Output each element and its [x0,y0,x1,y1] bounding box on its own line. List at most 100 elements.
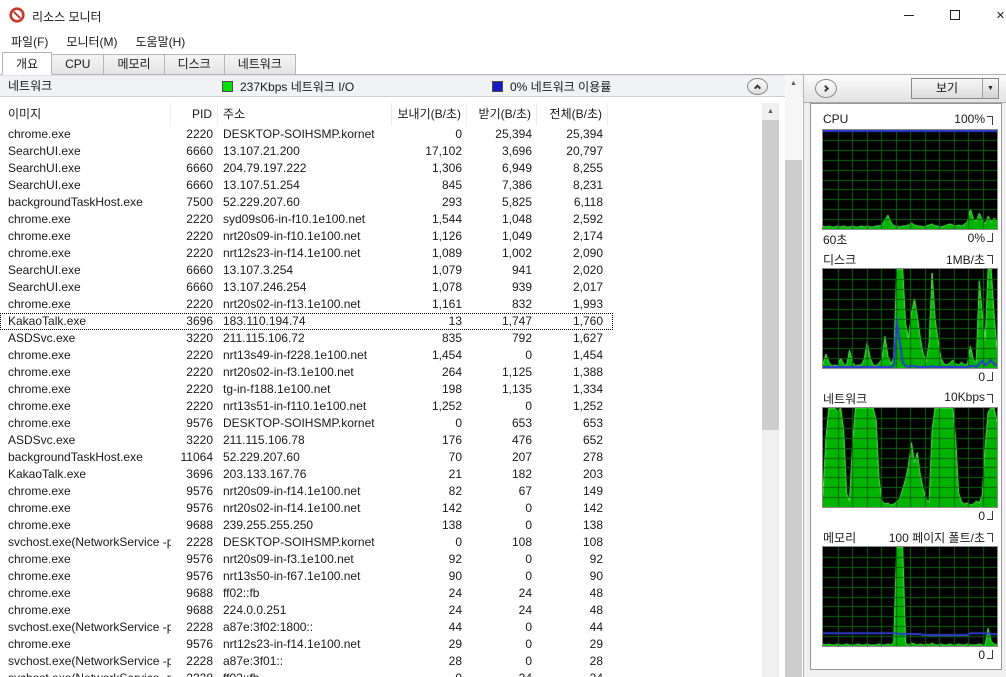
table-row[interactable]: chrome.exe 2220 tg-in-f188.1e100.net 198 1,1… [0,381,613,398]
column-header-address[interactable]: 주소 [218,103,392,126]
cell-image: chrome.exe [8,229,71,243]
cell-total: 44 [589,620,603,634]
pane-scrollbar-thumb[interactable] [785,160,802,677]
table-row[interactable]: svchost.exe(NetworkService -p)2228ff02::… [0,670,613,677]
table-row[interactable]: chrome.exe 2220 nrt20s09-in-f10.1e100.net 1… [0,228,613,245]
tab-2[interactable]: 메모리 [103,54,165,74]
cell-receive: 7,386 [501,178,532,192]
column-header-total[interactable]: 전체(B/초) [537,103,608,126]
table-row[interactable]: chrome.exe 2220 syd09s06-in-f10.1e100.net 1… [0,211,613,228]
table-row[interactable]: chrome.exe 9688 ff02::fb 24 24 48 [0,585,613,602]
cell-pid: 3696 [186,314,213,328]
table-row[interactable]: chrome.exe 9576 nrt20s02-in-f14.1e100.net 1… [0,500,613,517]
graph-max-label: 100 페이지 폴트/초 [888,531,985,545]
table-row[interactable]: svchost.exe(NetworkService -p) 2228 DESKTO… [0,534,613,551]
tab-0[interactable]: 개요 [2,52,53,75]
table-row[interactable]: ASDSvc.exe 3220 211.115.106.72 835 792 1,627 [0,330,613,347]
cell-address: nrt20s09-in-f3.1e100.net [223,552,354,566]
table-row[interactable]: chrome.exe 9576 nrt20s09-in-f3.1e100.net 92… [0,551,613,568]
cell-send: 28 [448,654,462,668]
table-row[interactable]: chrome.exe 2220 nrt13s49-in-f228.1e100.net… [0,347,613,364]
view-button-label[interactable]: 보기 [911,78,983,99]
table-row[interactable]: chrome.exe 2220 nrt20s02-in-f3.1e100.net 26… [0,364,613,381]
cell-total: 278 [582,450,603,464]
cell-image: SearchUI.exe [8,161,81,175]
close-button[interactable]: ✕ [978,0,1006,30]
cell-image: chrome.exe [8,365,71,379]
table-row[interactable]: chrome.exe 9688 239.255.255.250 138 0 138 [0,517,613,534]
collapse-section-button[interactable] [747,78,768,95]
resource-monitor-icon [9,7,25,23]
cell-total: 6,118 [573,195,603,209]
table-row[interactable]: chrome.exe 2220 nrt13s51-in-f110.1e100.net… [0,398,613,415]
table-row[interactable]: svchost.exe(NetworkService -p) 2228 a87e:3… [0,619,613,636]
cell-total: 1,388 [572,365,603,379]
table-row[interactable]: chrome.exe 2220 nrt12s23-in-f14.1e100.net 1… [0,245,613,262]
expand-panel-button[interactable] [815,79,837,98]
cell-pid: 9576 [186,569,213,583]
table-header-row: 이미지 PID 주소 보내기(B/초) 받기(B/초) 전체(B/초) [0,103,613,126]
cell-send: 0 [455,127,462,141]
view-split-button[interactable]: 보기 ▼ [911,78,999,99]
column-header-receive[interactable]: 받기(B/초) [467,103,537,126]
table-row[interactable]: chrome.exe 9576 nrt12s23-in-f14.1e100.net 2… [0,636,613,653]
cell-send: 1,161 [431,297,462,311]
cell-pid: 2220 [186,348,213,362]
menu-item-0[interactable]: 파일(F) [2,30,57,52]
graph-plot [822,268,998,369]
cell-total: 48 [589,603,603,617]
cell-total: 25,394 [566,127,603,141]
cell-receive: 24 [467,670,537,677]
graph-min-label: 0 [978,648,985,662]
scroll-up-icon[interactable]: ▲ [762,103,779,120]
cell-pid: 2228 [171,670,218,677]
tab-4[interactable]: 네트워크 [223,54,296,74]
cell-send: 142 [441,501,462,515]
table-row[interactable]: SearchUI.exe 6660 13.107.246.254 1,078 939 2,… [0,279,613,296]
table-row[interactable]: chrome.exe 9576 DESKTOP-SOIHSMP.kornet 0 653… [0,415,613,432]
cell-address: nrt13s49-in-f228.1e100.net [223,348,368,362]
cell-address: 211.115.106.72 [223,331,305,345]
view-dropdown-arrow[interactable]: ▼ [982,78,999,99]
table-row[interactable]: SearchUI.exe 6660 13.107.3.254 1,079 941 2,02… [0,262,613,279]
table-row[interactable]: chrome.exe 2220 DESKTOP-SOIHSMP.kornet 0 25,… [0,126,613,143]
table-row[interactable]: ASDSvc.exe 3220 211.115.106.78 176 476 652 [0,432,613,449]
cell-send: 0 [455,416,462,430]
table-row[interactable]: SearchUI.exe 6660 13.107.21.200 17,102 3,696… [0,143,613,160]
table-row[interactable]: SearchUI.exe 6660 13.107.51.254 845 7,386 8,2… [0,177,613,194]
cell-address: ff02::fb [223,586,260,600]
table-row[interactable]: KakaoTalk.exe 3696 183.110.194.74 13 1,747 1,… [0,313,613,330]
tab-1[interactable]: CPU [51,54,105,74]
cell-total: 24 [537,670,608,677]
column-header-send[interactable]: 보내기(B/초) [392,103,467,126]
table-row[interactable]: chrome.exe 9576 nrt13s50-in-f67.1e100.net 9… [0,568,613,585]
cell-send: 264 [441,365,462,379]
table-row[interactable]: SearchUI.exe 6660 204.79.197.222 1,306 6,949… [0,160,613,177]
minimize-button[interactable] [886,0,931,30]
tab-3[interactable]: 디스크 [163,54,225,74]
cell-address: nrt20s02-in-f13.1e100.net [223,297,361,311]
table-scrollbar[interactable]: ▲ [762,103,779,677]
table-row[interactable]: backgroundTaskHost.exe 11064 52.229.207.60… [0,449,613,466]
table-row[interactable]: chrome.exe 9576 nrt20s09-in-f14.1e100.net 8… [0,483,613,500]
maximize-button[interactable] [932,0,977,30]
column-header-image[interactable]: 이미지 [0,103,171,126]
cell-send: 29 [448,637,462,651]
menu-item-1[interactable]: 모니터(M) [57,30,126,52]
table-row[interactable]: KakaoTalk.exe 3696 203.133.167.76 21 182 203 [0,466,613,483]
pane-scrollbar[interactable]: ▲ [785,75,802,677]
table-row[interactable]: svchost.exe(NetworkService -p) 2228 a87e:3… [0,653,613,670]
table-scrollbar-thumb[interactable] [762,120,779,430]
menu-item-2[interactable]: 도움말(H) [127,30,195,52]
cell-total: 2,017 [572,280,603,294]
table-row[interactable]: backgroundTaskHost.exe 7500 52.229.207.60 2… [0,194,613,211]
table-row[interactable]: chrome.exe 2220 nrt20s02-in-f13.1e100.net 1… [0,296,613,313]
table-row[interactable]: chrome.exe 9688 224.0.0.251 24 24 48 [0,602,613,619]
scroll-up-icon[interactable]: ▲ [785,75,802,92]
column-header-pid[interactable]: PID [171,103,218,126]
graphs-panel: 보기 ▼ CPU 100% 60초 0% 디스크 1MB/초 0 네트워크 10Kbps 0 메모리… [803,75,1006,677]
cell-address: 13.107.3.254 [223,263,294,277]
cell-address: 13.107.246.254 [223,280,307,294]
cell-send: 24 [448,586,462,600]
cell-address: 224.0.0.251 [223,603,287,617]
